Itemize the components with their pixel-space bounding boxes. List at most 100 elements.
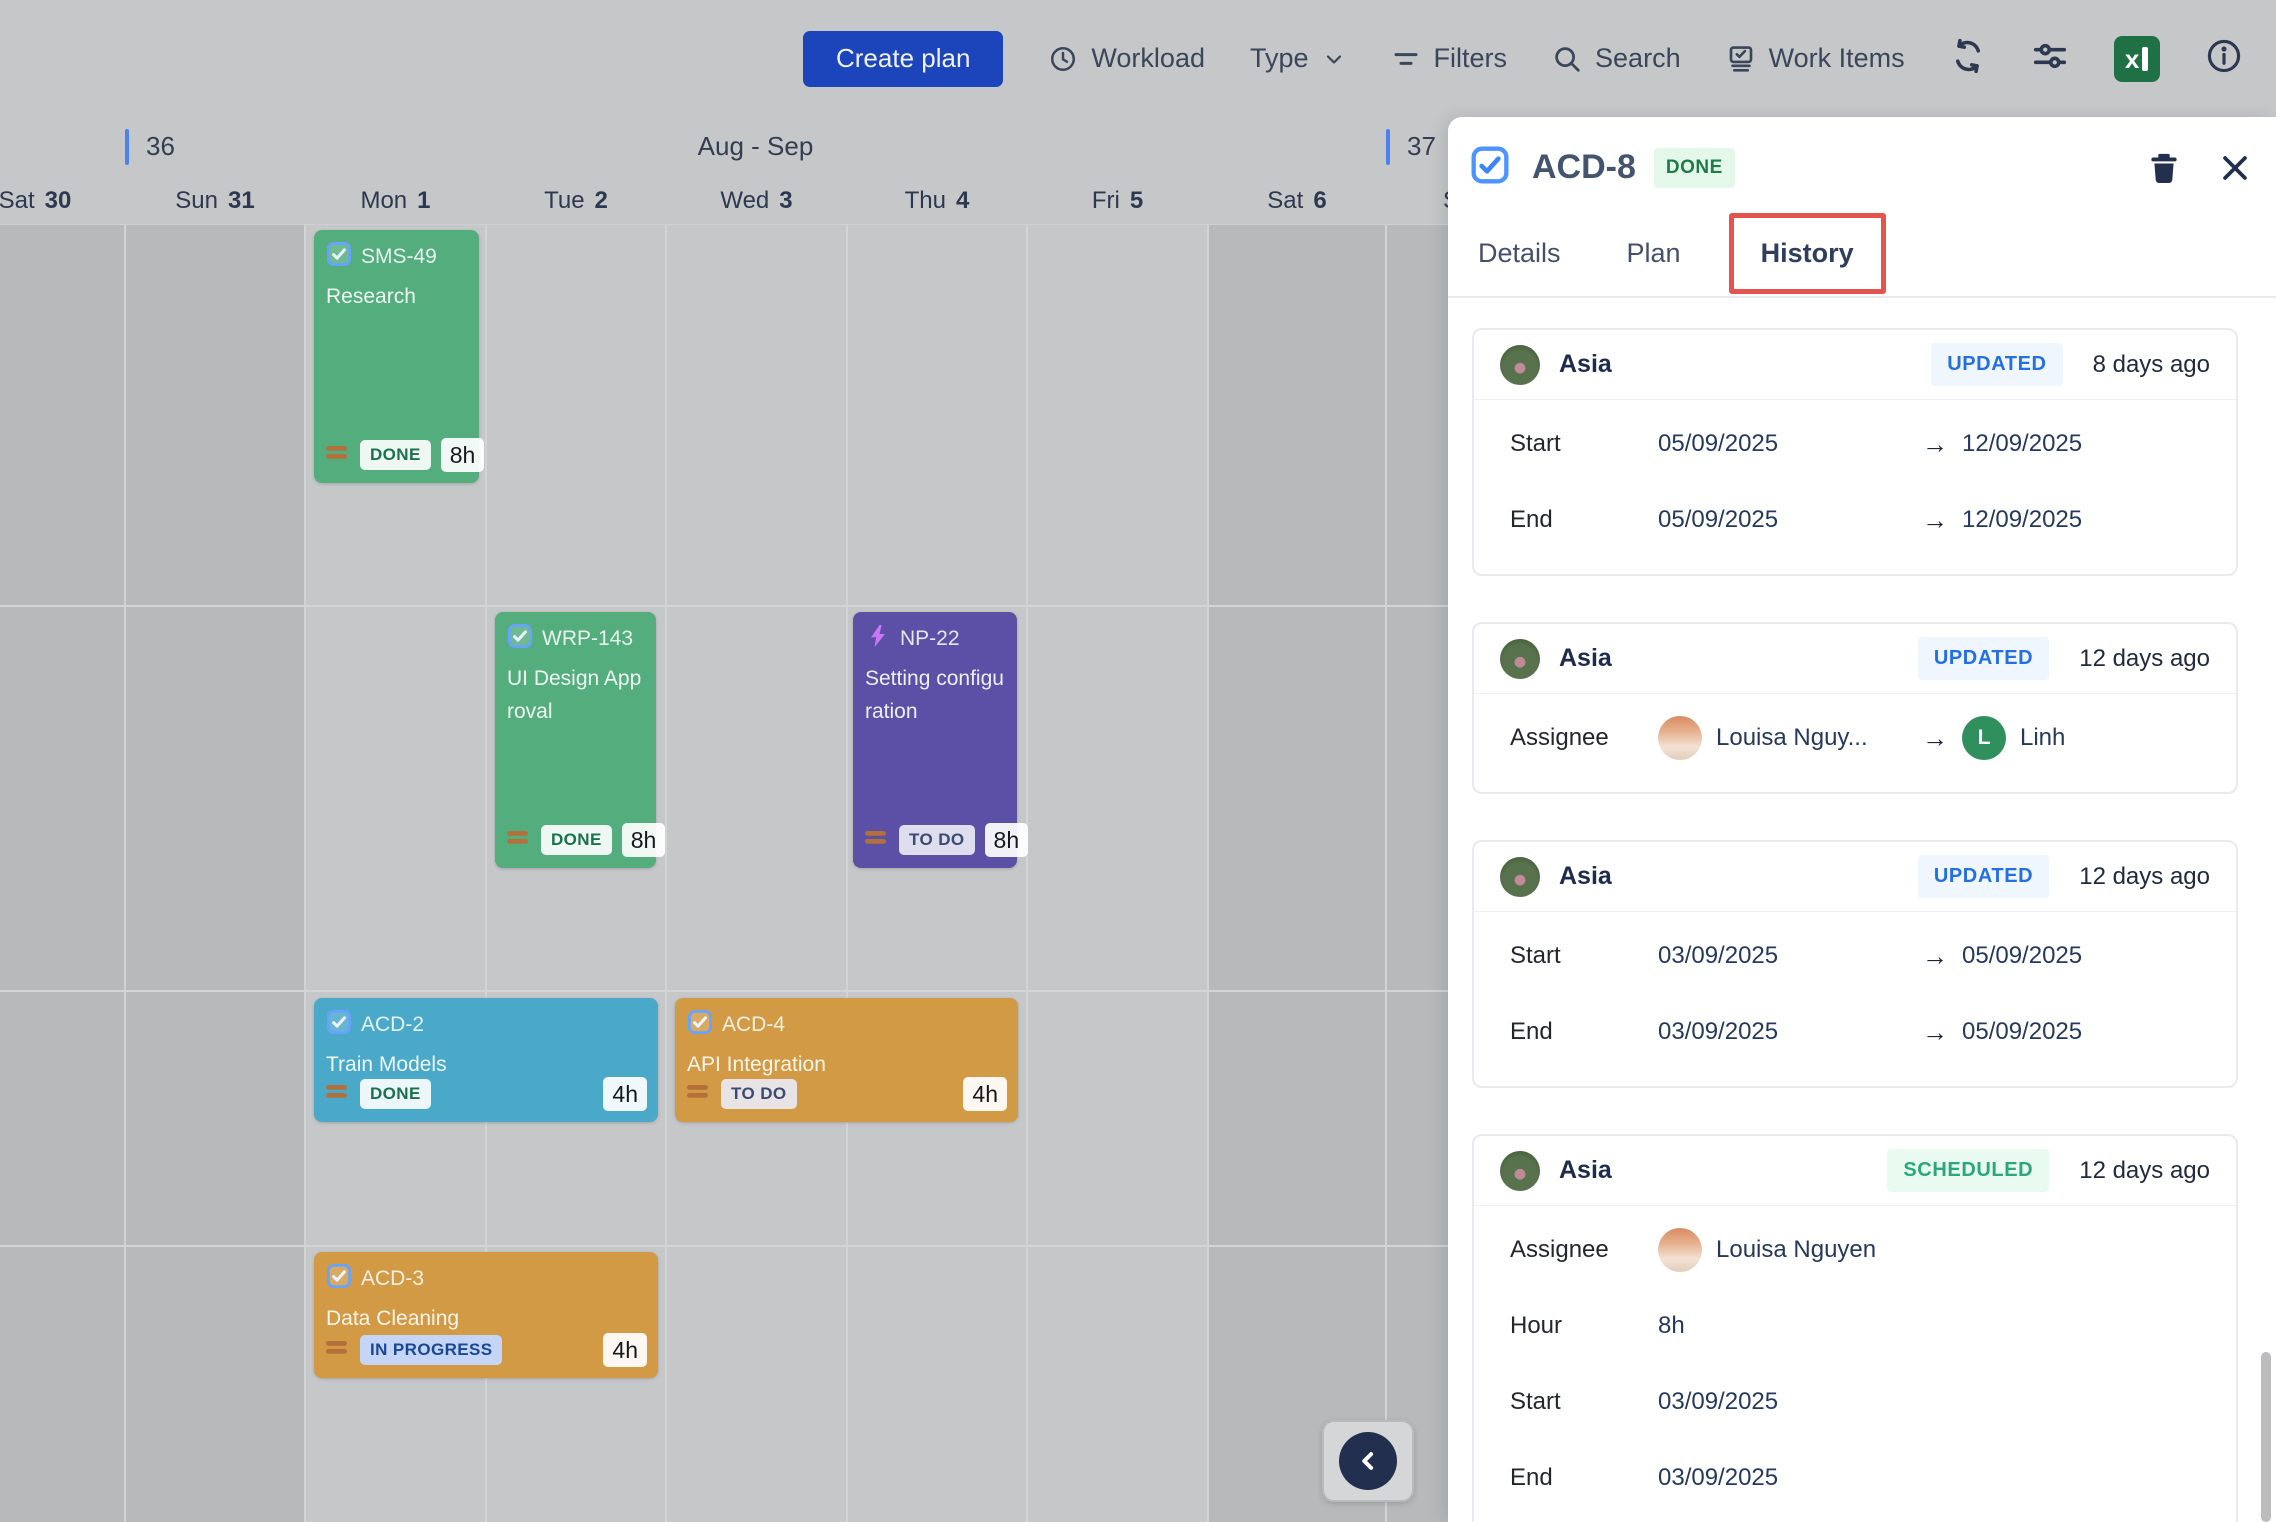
arrow-right-icon: → — [1922, 1017, 1948, 1048]
panel-scrollbar[interactable] — [2261, 1352, 2271, 1522]
history-entry: AsiaUPDATED12 days ago AssigneeLouisa Ngu… — [1472, 622, 2238, 794]
task-card-acd-4[interactable]: ACD-4API IntegrationTO DO4h — [675, 998, 1018, 1122]
history-entry: AsiaUPDATED8 days agoStart05/09/2025→12/… — [1472, 328, 2238, 576]
value-text: 03/09/2025 — [1658, 1018, 1778, 1046]
card-title: UI Design Approval — [507, 662, 644, 728]
type-dropdown[interactable]: Type — [1250, 43, 1346, 74]
search-button[interactable]: Search — [1552, 43, 1681, 74]
day-number: 6 — [1313, 187, 1326, 215]
avatar — [1500, 857, 1540, 897]
day-number: 31 — [228, 187, 255, 215]
field-value: 03/09/2025 — [1658, 1464, 1778, 1492]
app-root: Create plan Workload Type — [0, 0, 2276, 1522]
status-badge: DONE — [1654, 148, 1735, 188]
delete-button[interactable] — [2146, 150, 2182, 186]
work-items-button[interactable]: Work Items — [1726, 43, 1905, 74]
work-item-panel: ACD-8 DONE Details Plan — [1448, 117, 2276, 1522]
tab-details[interactable]: Details — [1478, 238, 1561, 269]
card-key: ACD-3 — [361, 1267, 424, 1291]
create-plan-button[interactable]: Create plan — [803, 31, 1003, 87]
calendar-gridline — [304, 225, 306, 1522]
history-entry-header: AsiaSCHEDULED12 days ago — [1474, 1136, 2236, 1205]
card-key: SMS-49 — [361, 245, 437, 269]
history-row-start: Start03/09/2025 — [1474, 1364, 2236, 1440]
sync-icon — [1950, 38, 1986, 79]
task-card-acd-3[interactable]: ACD-3Data CleaningIN PROGRESS4h — [314, 1252, 658, 1378]
tab-history[interactable]: History — [1761, 238, 1854, 269]
history-row-hour: Hour8h — [1474, 1288, 2236, 1364]
avatar — [1658, 1228, 1702, 1272]
calendar-gridline — [1385, 225, 1387, 1522]
value-text: 03/09/2025 — [1658, 942, 1778, 970]
close-panel-button[interactable] — [2218, 151, 2252, 185]
card-header: WRP-143 — [507, 623, 644, 655]
info-button[interactable] — [2205, 37, 2243, 80]
card-footer: TO DO4h — [686, 1077, 1007, 1111]
timestamp: 12 days ago — [2079, 645, 2210, 673]
card-key: ACD-2 — [361, 1013, 424, 1037]
history-entry-header: AsiaUPDATED12 days ago — [1474, 624, 2236, 693]
card-footer: IN PROGRESS4h — [325, 1333, 647, 1367]
chevron-down-icon — [1322, 47, 1346, 71]
old-value: Louisa Nguy... — [1658, 716, 1922, 760]
value-text: 12/09/2025 — [1962, 506, 2082, 534]
type-label: Type — [1250, 43, 1309, 74]
value-text: 05/09/2025 — [1658, 506, 1778, 534]
task-card-sms-49[interactable]: SMS-49ResearchDONE8h — [314, 230, 479, 483]
old-value: 03/09/2025 — [1658, 1018, 1922, 1046]
checkbox-icon — [326, 1009, 352, 1041]
field-value: 8h — [1658, 1312, 1685, 1340]
day-name: Thu — [905, 187, 946, 215]
avatar-initial: L — [1962, 716, 2006, 760]
excel-export-button[interactable]: x — [2114, 36, 2160, 82]
card-key: WRP-143 — [542, 627, 633, 651]
history-tab-annotation: History — [1729, 213, 1886, 294]
day-number: 3 — [779, 187, 792, 215]
panel-header: ACD-8 DONE — [1448, 117, 2276, 196]
task-card-wrp-143[interactable]: WRP-143UI Design ApprovalDONE8h — [495, 612, 656, 868]
field-label: Assignee — [1510, 724, 1658, 752]
actor-name: Asia — [1559, 644, 1612, 673]
checkbox-icon — [507, 623, 533, 655]
new-value: L Linh — [1962, 716, 2065, 760]
collapse-panel-button[interactable] — [1322, 1420, 1414, 1502]
sync-button[interactable] — [1950, 38, 1986, 79]
history-row-start: Start05/09/2025→12/09/2025 — [1474, 406, 2236, 482]
event-type-badge: UPDATED — [1931, 343, 2062, 386]
filters-button[interactable]: Filters — [1391, 43, 1508, 74]
excel-icon: x — [2125, 46, 2139, 72]
arrow-right-icon: → — [1922, 429, 1948, 460]
event-type-badge: UPDATED — [1918, 855, 2049, 898]
top-toolbar: Create plan Workload Type — [803, 0, 2243, 117]
value-text: Linh — [2020, 724, 2065, 752]
history-entry-header: AsiaUPDATED8 days ago — [1474, 330, 2236, 399]
new-value: 05/09/2025 — [1962, 1018, 2082, 1046]
value-text: 05/09/2025 — [1962, 942, 2082, 970]
day-label-sun-31: Sun31 — [125, 183, 305, 219]
panel-tabs: Details Plan History — [1448, 210, 2276, 296]
card-key: ACD-4 — [722, 1013, 785, 1037]
card-title: Setting configuration — [865, 662, 1005, 728]
calendar-header-divider — [0, 224, 1448, 225]
tab-plan[interactable]: Plan — [1627, 238, 1681, 269]
chevron-left-icon — [1339, 1432, 1397, 1490]
actor-name: Asia — [1559, 350, 1612, 379]
entry-rows: Start05/09/2025→12/09/2025 End05/09/2025 →… — [1474, 400, 2236, 574]
field-label: End — [1510, 1464, 1658, 1492]
task-card-acd-2[interactable]: ACD-2Train ModelsDONE4h — [314, 998, 658, 1122]
arrow-right-icon: → — [1922, 505, 1948, 536]
field-label: End — [1510, 506, 1658, 534]
week-marker-bar — [1386, 129, 1390, 165]
task-card-np-22[interactable]: NP-22Setting configurationTO DO8h — [853, 612, 1017, 868]
card-status-badge: DONE — [541, 825, 612, 855]
settings-button[interactable] — [2031, 37, 2069, 80]
history-entry: AsiaUPDATED12 days agoStart03/09/2025→05… — [1472, 840, 2238, 1088]
month-label: Aug - Sep — [125, 131, 1386, 162]
filter-icon — [1391, 44, 1421, 74]
card-status-badge: DONE — [360, 440, 431, 470]
day-label-mon-1: Mon1 — [305, 183, 486, 219]
card-status-badge: TO DO — [721, 1079, 797, 1109]
day-name: Fri — [1092, 187, 1120, 215]
priority-medium-icon — [686, 1082, 711, 1106]
workload-button[interactable]: Workload — [1048, 43, 1205, 74]
